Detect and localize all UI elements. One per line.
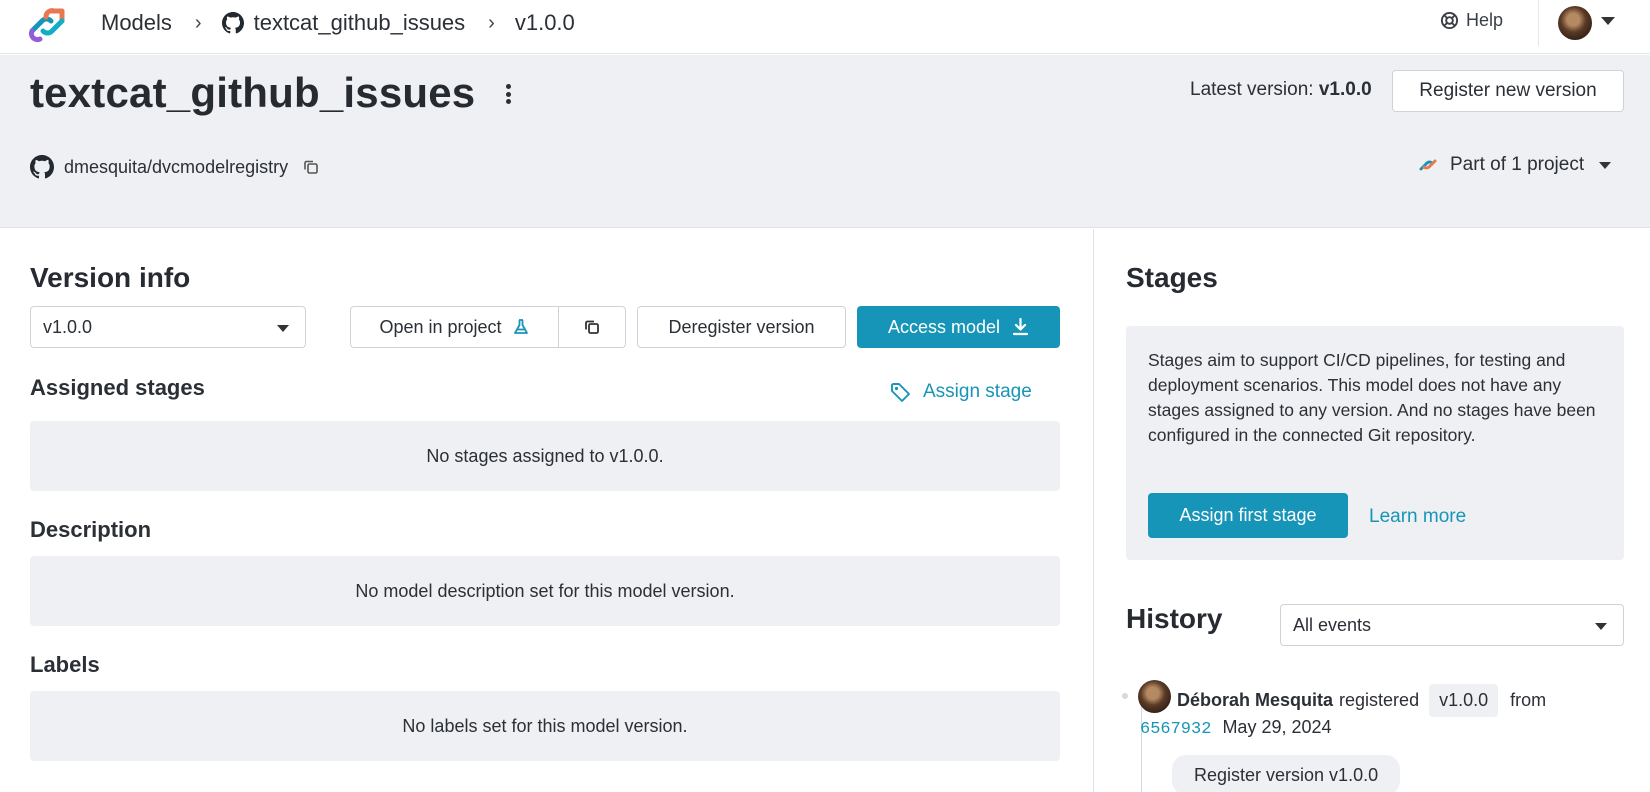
dvc-logo-icon[interactable]: [24, 5, 70, 45]
event-version-badge: v1.0.0: [1429, 684, 1499, 717]
open-in-project-label: Open in project: [379, 316, 502, 337]
deregister-version-button[interactable]: Deregister version: [637, 306, 846, 348]
open-in-project-button[interactable]: Open in project: [351, 307, 559, 347]
history-filter-value: All events: [1293, 614, 1372, 635]
event-action: registered: [1339, 690, 1420, 710]
learn-more-link[interactable]: Learn more: [1369, 506, 1466, 528]
caret-down-icon: [1599, 161, 1612, 169]
chevron-right-icon: ›: [488, 11, 495, 34]
repo-info: dmesquita/dvcmodelregistry: [30, 155, 320, 179]
assigned-stages-heading: Assigned stages: [30, 375, 205, 400]
avatar: [1138, 680, 1171, 713]
top-nav: Models › textcat_github_issues › v1.0.0 …: [0, 0, 1650, 54]
version-select[interactable]: v1.0.0: [30, 306, 306, 348]
github-icon: [30, 155, 54, 179]
version-info-heading: Version info: [30, 262, 191, 293]
stages-card: Stages aim to support CI/CD pipelines, f…: [1126, 326, 1624, 560]
part-of-label: Part of 1 project: [1450, 154, 1585, 175]
chevron-right-icon: ›: [194, 11, 202, 34]
help-link[interactable]: Help: [1440, 10, 1503, 31]
breadcrumb-version: v1.0.0: [514, 10, 575, 35]
copy-link-button[interactable]: [559, 307, 625, 347]
copy-icon[interactable]: [302, 158, 320, 176]
lifebuoy-icon: [1440, 11, 1459, 30]
nav-divider: [1538, 0, 1539, 46]
caret-down-icon[interactable]: [1601, 17, 1615, 25]
event-meta: 6567932 May 29, 2024: [1140, 717, 1332, 739]
history-filter-select[interactable]: All events: [1280, 604, 1624, 646]
latest-version-label: Latest version:: [1190, 79, 1314, 100]
access-model-button[interactable]: Access model: [857, 306, 1060, 348]
caret-down-icon: [277, 325, 289, 332]
part-of-project-dropdown[interactable]: Part of 1 project: [1416, 154, 1612, 176]
user-avatar[interactable]: [1558, 6, 1592, 40]
labels-heading: Labels: [30, 652, 100, 677]
repo-name[interactable]: dmesquita/dvcmodelregistry: [64, 157, 288, 178]
description-empty: No model description set for this model …: [30, 556, 1060, 626]
model-header: textcat_github_issues Latest version: v1…: [0, 55, 1650, 228]
event-commit-link[interactable]: 6567932: [1140, 720, 1211, 739]
timeline-dot: [1122, 693, 1128, 699]
history-heading: History: [1126, 603, 1223, 634]
latest-version: Latest version: v1.0.0: [1190, 79, 1372, 101]
breadcrumb: Models › textcat_github_issues › v1.0.0: [101, 0, 575, 46]
access-model-label: Access model: [887, 316, 1001, 337]
help-label: Help: [1466, 10, 1504, 30]
timeline-line: [1141, 700, 1142, 792]
event-user[interactable]: Déborah Mesquita: [1177, 690, 1333, 711]
version-select-value: v1.0.0: [43, 316, 93, 337]
event-commit-message: Register version v1.0.0: [1172, 755, 1401, 792]
github-icon: [221, 12, 244, 34]
assign-stage-label: Assign stage: [923, 381, 1032, 402]
more-options-icon[interactable]: [500, 81, 516, 107]
flask-icon: [513, 319, 528, 334]
latest-version-value: v1.0.0: [1318, 79, 1372, 100]
assign-first-stage-button[interactable]: Assign first stage: [1148, 493, 1348, 538]
copy-icon: [585, 320, 599, 334]
register-new-version-button[interactable]: Register new version: [1392, 70, 1624, 112]
stages-description: Stages aim to support CI/CD pipelines, f…: [1148, 350, 1596, 445]
event-date: May 29, 2024: [1222, 717, 1332, 737]
tag-icon: [891, 382, 910, 402]
breadcrumb-model[interactable]: textcat_github_issues: [254, 10, 466, 36]
breadcrumb-models[interactable]: Models: [101, 10, 172, 36]
download-icon: [1012, 318, 1029, 336]
history-event: Déborah Mesquita registered v1.0.0 from: [1177, 684, 1546, 717]
page-title: textcat_github_issues: [30, 69, 476, 116]
caret-down-icon: [1595, 623, 1607, 630]
description-heading: Description: [30, 517, 152, 542]
stages-heading: Stages: [1126, 262, 1218, 293]
labels-empty: No labels set for this model version.: [30, 691, 1060, 761]
column-divider: [1093, 229, 1094, 792]
event-from: from: [1510, 690, 1547, 710]
open-in-project-group: Open in project: [350, 306, 626, 348]
assigned-stages-empty: No stages assigned to v1.0.0.: [30, 421, 1060, 491]
project-link-icon: [1419, 159, 1437, 171]
assign-stage-link[interactable]: Assign stage: [890, 381, 1032, 403]
